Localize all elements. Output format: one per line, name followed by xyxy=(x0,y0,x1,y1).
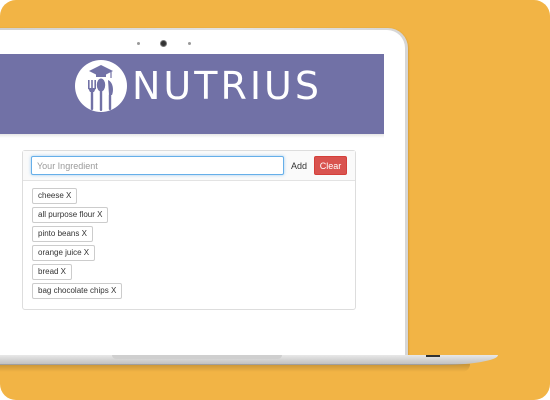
sensor-dot xyxy=(188,42,191,45)
ingredient-input[interactable] xyxy=(31,156,284,175)
laptop-screen: NUTRIUS Add Clear cheese X all purpose f… xyxy=(0,54,384,324)
ingredient-chip-cheese[interactable]: cheese X xyxy=(32,188,78,204)
brand-name: NUTRIUS xyxy=(132,64,322,108)
laptop-shadow xyxy=(0,364,470,372)
ingredient-chip-pinto-beans[interactable]: pinto beans X xyxy=(32,226,93,242)
webcam-icon xyxy=(160,40,167,47)
clear-button[interactable]: Clear xyxy=(314,156,347,175)
ingredient-list: cheese X all purpose flour X pinto beans… xyxy=(32,188,123,302)
sensor-dot xyxy=(137,42,140,45)
app-header: NUTRIUS xyxy=(0,54,384,134)
ingredient-panel: Add Clear cheese X all purpose flour X p… xyxy=(22,150,356,310)
status-led xyxy=(426,355,440,357)
add-button[interactable]: Add xyxy=(288,156,310,175)
ingredient-chip-bag-chocolate-chips[interactable]: bag chocolate chips X xyxy=(32,283,123,299)
ingredient-chip-bread[interactable]: bread X xyxy=(32,264,73,280)
ingredient-chip-all-purpose-flour[interactable]: all purpose flour X xyxy=(32,207,109,223)
ingredient-form: Add Clear xyxy=(23,151,355,181)
header-divider xyxy=(0,134,384,138)
laptop-opening-notch xyxy=(112,355,282,359)
fork-spoon-graduation-cap-logo-icon xyxy=(75,60,127,112)
ingredient-chip-orange-juice[interactable]: orange juice X xyxy=(32,245,96,261)
